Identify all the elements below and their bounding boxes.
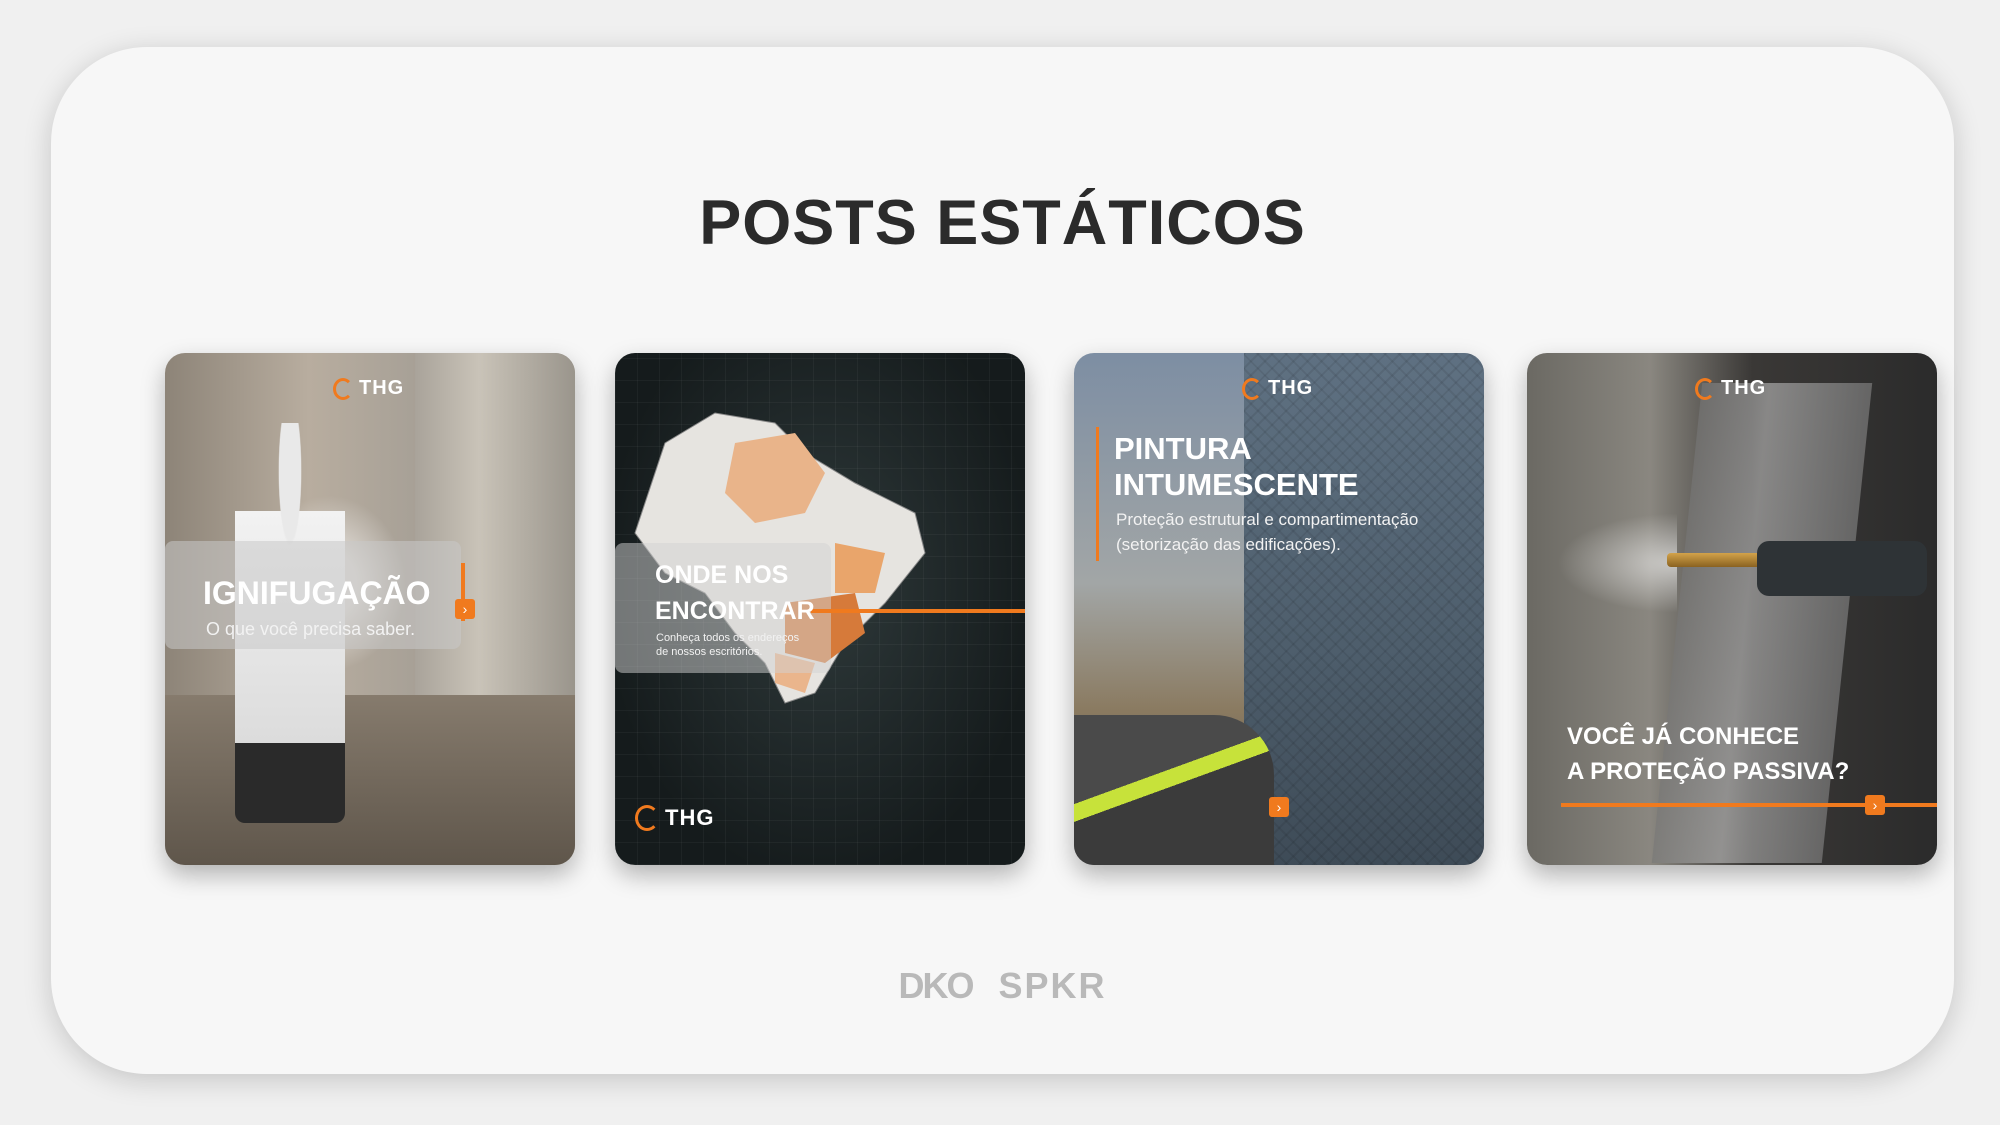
post-card-onde-nos-encontrar[interactable]: ONDE NOS ENCONTRAR Conheça todos os ende… [615, 353, 1025, 865]
thg-logo-icon [1242, 377, 1262, 400]
brand-name: THG [359, 377, 405, 399]
brand-name: THG [1721, 377, 1767, 399]
heading-line-1: VOCÊ JÁ CONHECE [1567, 723, 1800, 750]
heading-line-2: INTUMESCENTE [1114, 467, 1359, 502]
brand-name: THG [665, 805, 715, 830]
metal-plate-image [1651, 383, 1873, 863]
card-heading: ONDE NOS ENCONTRAR [655, 557, 815, 629]
brand-logo: THG [1242, 377, 1313, 400]
card-subheading: Conheça todos os endereços de nossos esc… [656, 631, 799, 659]
brand-name: THG [1268, 377, 1314, 399]
main-panel: POSTS ESTÁTICOS THG IGNIFUGAÇÃO O que vo… [51, 47, 1954, 1074]
floor-image [165, 695, 575, 865]
subheading-line-2: (setorização das edificações). [1116, 535, 1341, 554]
card-subheading: Proteção estrutural e compartimentação (… [1116, 507, 1418, 557]
heading-line-2: ENCONTRAR [655, 597, 815, 625]
thg-logo-icon [333, 377, 353, 400]
heading-line-1: ONDE NOS [655, 561, 789, 589]
page-title: POSTS ESTÁTICOS [699, 188, 1306, 258]
chevron-right-icon[interactable]: › [455, 599, 475, 619]
subheading-line-2: de nossos escritórios. [656, 646, 763, 658]
post-card-ignifugacao[interactable]: THG IGNIFUGAÇÃO O que você precisa saber… [165, 353, 575, 865]
brand-logo: THG [333, 377, 404, 400]
thg-logo-icon [635, 805, 659, 831]
chevron-right-icon[interactable]: › [1865, 795, 1885, 815]
chevron-right-icon[interactable]: › [1269, 797, 1289, 817]
post-card-protecao-passiva[interactable]: THG VOCÊ JÁ CONHECE A PROTEÇÃO PASSIVA? … [1527, 353, 1937, 865]
worker-arm-image [1074, 715, 1274, 865]
brand-logo: THG [1695, 377, 1766, 400]
spkr-logo-mark: DKO [898, 965, 974, 1006]
card-subheading: O que você precisa saber. [206, 619, 416, 639]
post-card-pintura-intumescente[interactable]: THG PINTURA INTUMESCENTE Proteção estrut… [1074, 353, 1484, 865]
card-heading: IGNIFUGAÇÃO [203, 575, 431, 611]
nozzle-image [1667, 553, 1762, 567]
heading-line-2: A PROTEÇÃO PASSIVA? [1567, 758, 1850, 785]
spray-image [1557, 513, 1677, 613]
subheading-line-1: Proteção estrutural e compartimentação [1116, 510, 1419, 529]
accent-bar [1096, 427, 1099, 561]
spkr-logo-text: SPKR [998, 965, 1107, 1006]
brand-logo: THG [635, 805, 714, 831]
card-heading: VOCÊ JÁ CONHECE A PROTEÇÃO PASSIVA? [1567, 719, 1849, 789]
spkr-logo: DKO SPKR [51, 965, 1954, 1007]
thg-logo-icon [1695, 377, 1715, 400]
spray-gun-image [1757, 541, 1927, 596]
card-heading: PINTURA INTUMESCENTE [1114, 431, 1359, 503]
heading-line-1: PINTURA [1114, 431, 1252, 466]
accent-line [811, 609, 1025, 613]
wall-image [1244, 353, 1484, 865]
subheading-line-1: Conheça todos os endereços [656, 632, 800, 644]
